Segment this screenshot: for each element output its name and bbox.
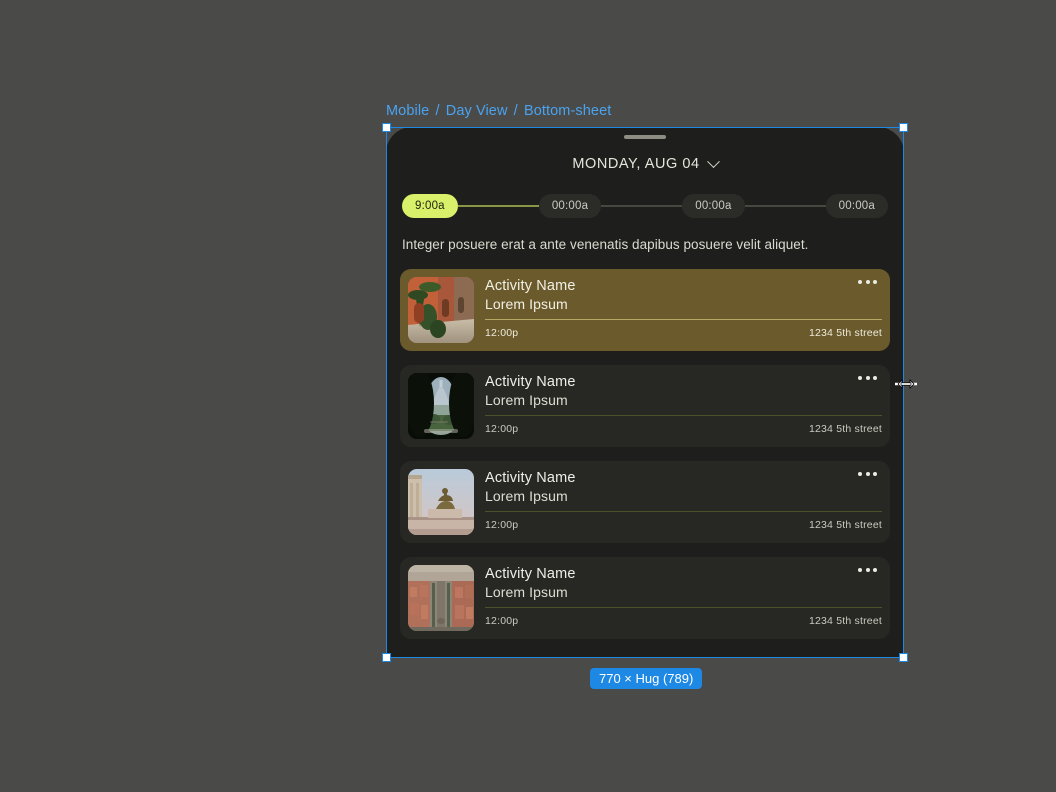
design-canvas: Mobile / Day View / Bottom-sheet MONDAY,… bbox=[0, 0, 1056, 792]
timeline-step-4[interactable]: 00:00a bbox=[825, 194, 888, 218]
activity-card[interactable]: Activity Name Lorem Ipsum 12:00p 1234 5t… bbox=[400, 364, 890, 447]
activity-title: Activity Name bbox=[485, 469, 576, 486]
activity-subtitle: Lorem Ipsum bbox=[485, 391, 568, 408]
timeline-step-label: 9:00a bbox=[415, 200, 445, 212]
activity-subtitle: Lorem Ipsum bbox=[485, 295, 568, 312]
resize-handle-top-right[interactable] bbox=[899, 123, 908, 132]
activity-card-body: Activity Name Lorem Ipsum 12:00p 1234 5t… bbox=[485, 469, 882, 535]
more-options-icon[interactable] bbox=[858, 567, 877, 572]
breadcrumb-item-bottom-sheet[interactable]: Bottom-sheet bbox=[524, 103, 611, 119]
timeline-step-3[interactable]: 00:00a bbox=[682, 194, 745, 218]
activity-address: 1234 5th street bbox=[808, 519, 882, 532]
more-options-icon[interactable] bbox=[858, 375, 877, 380]
date-label: MONDAY, AUG 04 bbox=[572, 156, 700, 172]
activity-subtitle: Lorem Ipsum bbox=[485, 583, 568, 600]
activity-subtitle: Lorem Ipsum bbox=[485, 487, 568, 504]
activity-list: Activity Name Lorem Ipsum 12:00p 1234 5t… bbox=[386, 268, 904, 639]
timeline-stepper[interactable]: 9:00a 00:00a 00:00a 00:00a bbox=[402, 194, 888, 218]
activity-title: Activity Name bbox=[485, 277, 576, 294]
timeline-step-1[interactable]: 9:00a bbox=[402, 194, 458, 218]
date-header[interactable]: MONDAY, AUG 04 bbox=[386, 154, 904, 172]
card-divider bbox=[485, 415, 882, 417]
more-options-icon[interactable] bbox=[858, 471, 877, 476]
activity-card[interactable]: Activity Name Lorem Ipsum 12:00p 1234 5t… bbox=[400, 268, 890, 351]
activity-meta: 12:00p 1234 5th street bbox=[485, 327, 882, 339]
resize-handle-top-left[interactable] bbox=[382, 123, 391, 132]
chevron-down-icon[interactable] bbox=[706, 154, 720, 168]
description-text: Integer posuere erat a ante venenatis da… bbox=[402, 237, 809, 252]
horizontal-resize-cursor bbox=[894, 376, 918, 392]
activity-card-body: Activity Name Lorem Ipsum 12:00p 1234 5t… bbox=[485, 277, 882, 343]
breadcrumb[interactable]: Mobile / Day View / Bottom-sheet bbox=[386, 103, 611, 119]
card-divider bbox=[485, 319, 882, 321]
size-badge: 770 × Hug (789) bbox=[590, 668, 703, 689]
activity-card-body: Activity Name Lorem Ipsum 12:00p 1234 5t… bbox=[485, 373, 882, 439]
activity-title: Activity Name bbox=[485, 373, 576, 390]
more-options-icon[interactable] bbox=[858, 279, 877, 284]
timeline-connector bbox=[601, 205, 683, 207]
activity-card[interactable]: Activity Name Lorem Ipsum 12:00p 1234 5t… bbox=[400, 556, 890, 639]
breadcrumb-separator: / bbox=[513, 103, 518, 119]
bottom-sheet: MONDAY, AUG 04 9:00a 00:00a 00:00a 00:00… bbox=[386, 127, 904, 658]
activity-time: 12:00p bbox=[485, 327, 519, 340]
timeline-step-label: 00:00a bbox=[838, 200, 875, 212]
timeline-step-2[interactable]: 00:00a bbox=[538, 194, 602, 218]
breadcrumb-item-day-view[interactable]: Day View bbox=[446, 103, 508, 119]
activity-time: 12:00p bbox=[485, 423, 519, 436]
breadcrumb-separator: / bbox=[435, 103, 440, 119]
activity-address: 1234 5th street bbox=[808, 327, 882, 340]
activity-time: 12:00p bbox=[485, 615, 519, 628]
activity-time: 12:00p bbox=[485, 519, 519, 532]
card-divider bbox=[485, 511, 882, 513]
activity-address: 1234 5th street bbox=[808, 615, 882, 628]
aerial-boulevard-thumbnail bbox=[408, 564, 474, 631]
card-divider bbox=[485, 607, 882, 609]
activity-meta: 12:00p 1234 5th street bbox=[485, 423, 882, 435]
drag-handle[interactable] bbox=[624, 135, 666, 139]
activity-meta: 12:00p 1234 5th street bbox=[485, 519, 882, 531]
breadcrumb-item-mobile[interactable]: Mobile bbox=[386, 103, 429, 119]
mediterranean-alley-thumbnail bbox=[408, 276, 474, 343]
activity-card[interactable]: Activity Name Lorem Ipsum 12:00p 1234 5t… bbox=[400, 460, 890, 543]
keyhole-dome-view-thumbnail bbox=[408, 372, 474, 439]
timeline-connector bbox=[457, 205, 539, 207]
activity-meta: 12:00p 1234 5th street bbox=[485, 615, 882, 627]
equestrian-monument-thumbnail bbox=[408, 468, 474, 535]
activity-address: 1234 5th street bbox=[808, 423, 882, 436]
timeline-step-label: 00:00a bbox=[551, 200, 589, 212]
activity-title: Activity Name bbox=[485, 565, 576, 582]
timeline-connector bbox=[744, 205, 826, 207]
activity-card-body: Activity Name Lorem Ipsum 12:00p 1234 5t… bbox=[485, 565, 882, 631]
timeline-step-label: 00:00a bbox=[695, 200, 732, 212]
